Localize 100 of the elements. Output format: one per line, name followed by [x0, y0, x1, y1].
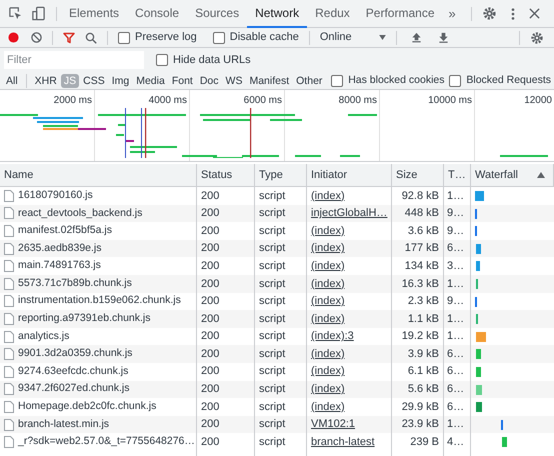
size-cell-text: 19.2 kB [402, 329, 439, 344]
time-cell-text: 4… [447, 434, 464, 450]
panel-tab[interactable]: Redux [307, 0, 358, 28]
panel-tab[interactable]: Elements [61, 0, 128, 28]
status-cell-text: 200 [201, 294, 220, 310]
request-name[interactable]: main.74891763.js [18, 258, 101, 274]
size-cell-text: 177 kB [404, 241, 439, 256]
request-name[interactable]: _r?sdk=web2.57.0&_t=7755648276… [18, 434, 195, 450]
type-cell-text: script [259, 329, 286, 344]
initiator-link[interactable]: (index) [311, 398, 345, 416]
size-cell-text: 134 kB [404, 258, 439, 274]
panel-tab[interactable]: Performance [358, 0, 442, 28]
status-cell-text: 200 [201, 382, 220, 398]
time-cell-text: 6… [447, 346, 464, 362]
status-cell-text: 200 [201, 241, 220, 256]
column-header[interactable]: Type [255, 164, 307, 186]
time-cell-text: 1… [447, 312, 464, 327]
initiator-link[interactable]: branch-latest [311, 434, 375, 450]
status-cell-text: 200 [201, 364, 220, 380]
type-cell-text: script [259, 224, 286, 239]
type-filter[interactable]: Media [133, 74, 168, 88]
time-tick-label: 10000 ms [428, 94, 473, 106]
type-filter[interactable]: XHR [32, 74, 60, 88]
request-name[interactable]: Homepage.deb2c0fc.chunk.js [18, 399, 156, 415]
initiator-link[interactable]: (index):3 [311, 328, 354, 345]
size-cell-text: 3.6 kB [408, 224, 439, 239]
request-name[interactable]: react_devtools_backend.js [18, 206, 142, 222]
type-cell-text: script [259, 241, 286, 256]
column-header[interactable]: Name [0, 164, 197, 186]
request-name[interactable]: 9347.2f6027ed.chunk.js [18, 381, 130, 398]
panel-tab[interactable]: Sources [187, 0, 248, 28]
initiator-link[interactable]: VM102:1 [311, 416, 356, 433]
time-cell-text: 1… [447, 329, 464, 344]
column-header[interactable]: T… [444, 164, 471, 186]
time-cell-text: 1… [447, 417, 464, 432]
time-tick-label: 4000 ms [148, 94, 188, 106]
initiator-link[interactable]: (index) [311, 293, 345, 310]
initiator-link[interactable]: injectGlobalH… [311, 205, 388, 222]
initiator-link[interactable]: (index) [311, 240, 345, 257]
size-cell-text: 2.3 kB [408, 294, 439, 310]
status-cell-text: 200 [201, 224, 220, 239]
time-cell-text: 9… [447, 294, 464, 310]
type-cell-text: script [259, 206, 286, 222]
more-tabs-button[interactable]: » [442, 4, 462, 24]
initiator-link[interactable]: (index) [311, 381, 345, 398]
type-filter[interactable]: Other [293, 74, 326, 88]
status-cell-text: 200 [201, 258, 220, 274]
status-cell-text: 200 [201, 188, 220, 204]
type-filter[interactable]: WS [222, 74, 246, 88]
request-name[interactable]: 9901.3d2a0359.chunk.js [18, 346, 132, 362]
column-header[interactable]: Size [392, 164, 444, 186]
initiator-link[interactable]: (index) [311, 258, 345, 274]
size-cell-text: 6.1 kB [408, 364, 439, 380]
status-cell-text: 200 [201, 276, 220, 292]
type-filter[interactable]: Doc [196, 74, 222, 88]
type-filter[interactable]: CSS [80, 74, 108, 88]
column-header[interactable]: Initiator [307, 164, 392, 186]
type-filter[interactable]: Font [168, 74, 196, 88]
initiator-link[interactable]: (index) [311, 363, 345, 380]
time-cell-text: 1… [447, 276, 464, 292]
size-cell-text: 23.9 kB [402, 417, 439, 432]
type-cell-text: script [259, 294, 286, 310]
type-cell-text: script [259, 382, 286, 398]
request-name[interactable]: 2635.aedb839e.js [18, 240, 102, 256]
checkbox-label: Hide data URLs [173, 52, 251, 68]
initiator-link[interactable]: (index) [311, 222, 345, 240]
checkbox-label: Blocked Requests [466, 72, 551, 88]
column-header[interactable]: Status [197, 164, 255, 186]
time-cell-text: 6… [447, 241, 464, 256]
request-name[interactable]: instrumentation.b159e062.chunk.js [18, 293, 181, 310]
request-name[interactable]: reporting.a97391eb.chunk.js [18, 311, 151, 327]
panel-tab[interactable]: Console [127, 0, 188, 28]
size-cell-text: 239 B [410, 434, 439, 450]
time-cell-text: 9… [447, 206, 464, 222]
column-header[interactable]: Waterfall [471, 164, 554, 186]
filter-field[interactable]: Filter [4, 51, 144, 69]
status-cell-text: 200 [201, 400, 220, 415]
request-name[interactable]: manifest.02f5bf5a.js [18, 223, 112, 239]
request-name[interactable]: 5573.71c7b89b.chunk.js [18, 276, 132, 292]
type-filter[interactable]: Manifest [246, 74, 292, 88]
request-name[interactable]: 9274.63eefcdc.chunk.js [18, 364, 128, 380]
checkbox-label: Preserve log [135, 30, 197, 46]
time-tick-label: 2000 ms [54, 94, 93, 106]
request-name[interactable]: 16180790160.js [18, 188, 93, 204]
type-filter[interactable]: Img [108, 74, 132, 88]
size-cell-text: 16.3 kB [402, 276, 439, 292]
type-cell-text: script [259, 188, 286, 204]
time-cell-text: 1… [447, 188, 464, 204]
checkbox-label: Has blocked cookies [348, 72, 445, 88]
request-name[interactable]: analytics.js [18, 328, 70, 344]
initiator-link[interactable]: (index) [311, 276, 345, 292]
type-cell-text: script [259, 434, 286, 450]
throttling-dropdown[interactable]: Online [320, 29, 386, 46]
size-cell-text: 448 kB [404, 206, 439, 222]
initiator-link[interactable]: (index) [311, 188, 345, 204]
initiator-link[interactable]: (index) [311, 346, 345, 362]
type-filter[interactable]: All [3, 74, 21, 88]
time-cell-text: 3… [447, 258, 464, 274]
initiator-link[interactable]: (index) [311, 310, 345, 328]
request-name[interactable]: branch-latest.min.js [18, 416, 110, 432]
